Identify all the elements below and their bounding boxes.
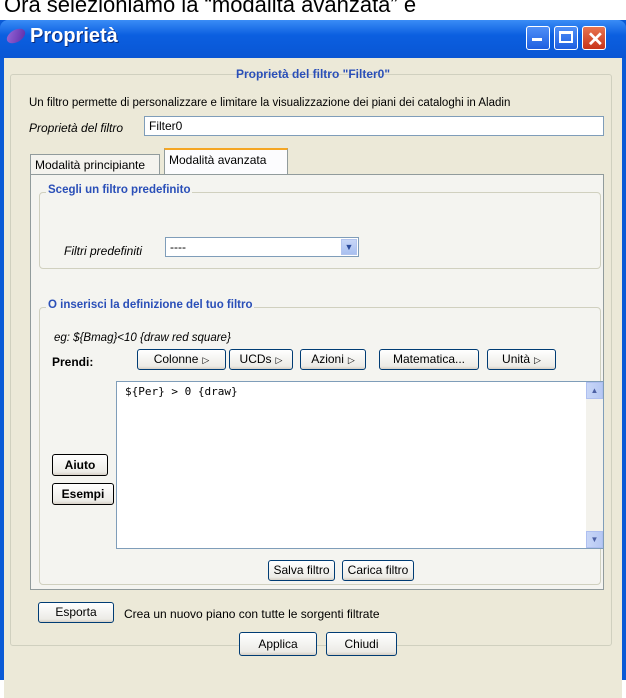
help-button[interactable]: Aiuto: [52, 454, 108, 476]
export-button[interactable]: Esporta: [38, 602, 114, 623]
math-button-label: Matematica...: [392, 352, 466, 366]
actions-button[interactable]: Azioni ▷: [300, 349, 366, 370]
filter-code-text: ${Per} > 0 {draw}: [125, 385, 238, 398]
export-description: Crea un nuovo piano con tutte le sorgent…: [124, 607, 380, 621]
close-icon: ✕: [587, 29, 604, 51]
ucds-button[interactable]: UCDs ▷: [229, 349, 293, 370]
filter-description: Un filtro permette di personalizzare e l…: [29, 97, 511, 109]
examples-button[interactable]: Esempi: [52, 483, 114, 505]
predefined-filter-select[interactable]: ---- ▼: [165, 237, 359, 257]
window-title: Proprietà: [30, 25, 118, 47]
dialog-body: Proprietà del filtro "Filter0" Un filtro…: [4, 58, 622, 698]
close-button[interactable]: ✕: [582, 26, 606, 51]
scroll-down-icon[interactable]: ▼: [586, 531, 603, 548]
title-bar[interactable]: Proprietà ✕: [0, 20, 626, 58]
apply-button[interactable]: Applica: [239, 632, 317, 656]
actions-button-label: Azioni: [311, 352, 344, 366]
scroll-up-icon[interactable]: ▲: [586, 382, 603, 399]
aladin-logo-icon: [4, 25, 28, 47]
tab-advanced-mode[interactable]: Modalità avanzata: [164, 148, 288, 175]
triangle-right-icon: ▷: [202, 355, 210, 365]
predefined-selected-value: ----: [170, 240, 186, 254]
triangle-right-icon: ▷: [534, 355, 541, 365]
caption-text: Ora selezioniamo la “modalità avanzata” …: [4, 0, 417, 17]
minimize-button[interactable]: [526, 26, 550, 50]
close-dialog-button[interactable]: Chiudi: [326, 632, 397, 656]
predefined-filter-group: Scegli un filtro predefinito Filtri pred…: [39, 184, 601, 269]
tab-beginner-mode[interactable]: Modalità principiante: [30, 154, 160, 174]
definition-group-title: O inserisci la definizione del tuo filtr…: [46, 299, 255, 311]
filter-name-label: Proprietà del filtro: [29, 121, 124, 135]
predefined-group-title: Scegli un filtro predefinito: [46, 184, 193, 196]
vertical-scrollbar[interactable]: ▲ ▼: [586, 382, 603, 548]
take-label: Prendi:: [52, 355, 94, 369]
advanced-tab-panel: Scegli un filtro predefinito Filtri pred…: [30, 174, 604, 590]
save-filter-button[interactable]: Salva filtro: [268, 560, 335, 581]
maximize-button[interactable]: [554, 26, 578, 50]
ucds-button-label: UCDs: [239, 352, 272, 366]
units-button[interactable]: Unità ▷: [487, 349, 556, 370]
minimize-icon: [532, 38, 542, 41]
filter-name-input[interactable]: Filter0: [144, 116, 604, 136]
triangle-right-icon: ▷: [347, 355, 355, 365]
load-filter-button[interactable]: Carica filtro: [342, 560, 414, 581]
filter-heading: Proprietà del filtro "Filter0": [235, 67, 391, 81]
maximize-icon: [559, 31, 573, 43]
columns-button[interactable]: Colonne ▷: [137, 349, 226, 370]
math-button[interactable]: Matematica...: [379, 349, 479, 370]
triangle-right-icon: ▷: [275, 355, 283, 365]
filter-definition-group: O inserisci la definizione del tuo filtr…: [39, 299, 604, 585]
units-button-label: Unità: [502, 352, 531, 366]
filter-definition-editor[interactable]: ${Per} > 0 {draw} ▲ ▼: [116, 381, 604, 549]
properties-window: Proprietà ✕ Proprietà del filtro "Filter…: [0, 20, 626, 698]
columns-button-label: Colonne: [153, 352, 199, 366]
chevron-down-icon[interactable]: ▼: [341, 239, 357, 255]
predefined-filters-label: Filtri predefiniti: [64, 244, 143, 258]
example-text: eg: ${Bmag}<10 {draw red square}: [54, 332, 231, 344]
